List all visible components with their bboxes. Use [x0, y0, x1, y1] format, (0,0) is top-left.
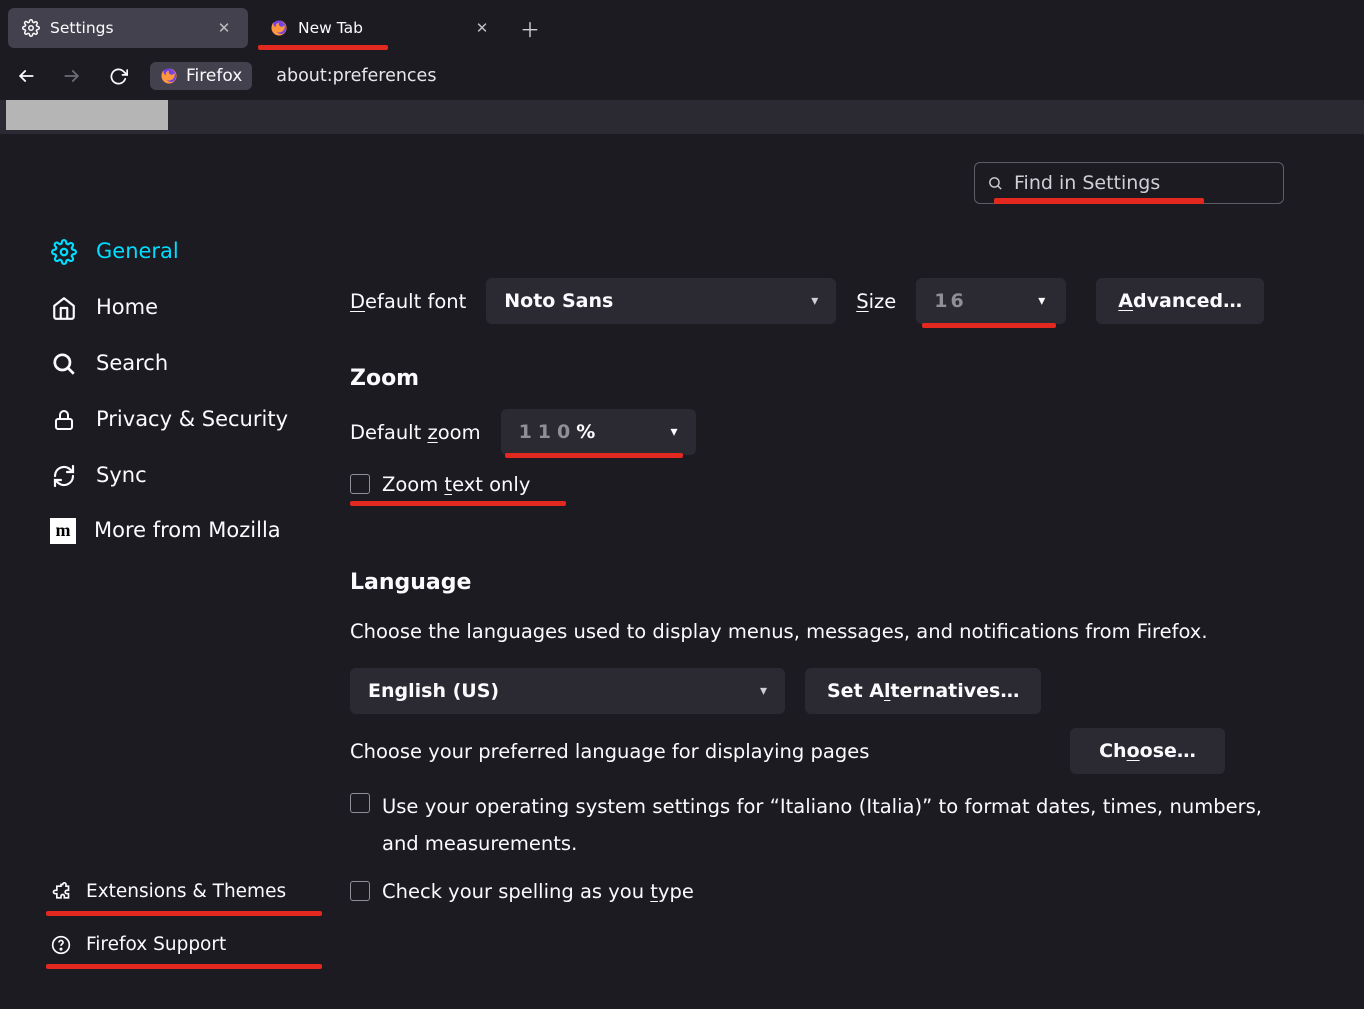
search-icon — [50, 350, 78, 378]
toolbar-placeholder — [6, 100, 168, 130]
default-zoom-select[interactable]: 110% ▾ — [501, 409, 696, 455]
sidebar-item-label: More from Mozilla — [94, 518, 306, 543]
check-spelling-checkbox[interactable] — [350, 881, 370, 901]
default-zoom-label: Default zoom — [350, 421, 481, 444]
font-size-value: 16 — [934, 290, 966, 312]
nav-toolbar: Firefox about:preferences — [0, 52, 1364, 100]
chevron-down-icon: ▾ — [811, 293, 818, 309]
forward-button[interactable] — [58, 62, 86, 90]
zoom-text-only-checkbox[interactable] — [350, 474, 370, 494]
sidebar-support[interactable]: Firefox Support — [46, 924, 310, 966]
default-font-label: Default font — [350, 290, 466, 313]
help-icon — [50, 934, 72, 956]
default-font-value: Noto Sans — [504, 290, 613, 312]
new-tab-button[interactable]: ＋ — [514, 12, 546, 44]
mozilla-icon: m — [50, 518, 76, 544]
sidebar-item-privacy[interactable]: Privacy & Security — [46, 392, 310, 448]
gear-icon — [22, 19, 40, 37]
gear-icon — [50, 238, 78, 266]
tab-label: New Tab — [298, 19, 363, 37]
sidebar-item-label: General — [96, 239, 306, 264]
bookmarks-toolbar — [0, 100, 1364, 134]
lock-icon — [50, 406, 78, 434]
sidebar-item-general[interactable]: General — [46, 224, 310, 280]
url-text[interactable]: about:preferences — [276, 66, 436, 86]
home-icon — [50, 294, 78, 322]
tab-label: Settings — [50, 19, 114, 37]
close-icon[interactable]: ✕ — [214, 18, 234, 38]
firefox-icon — [160, 67, 178, 85]
ui-language-select[interactable]: English (US) ▾ — [350, 668, 785, 714]
set-alternatives-button[interactable]: Set Alternatives… — [805, 668, 1041, 714]
back-button[interactable] — [12, 62, 40, 90]
identity-box[interactable]: Firefox — [150, 62, 252, 90]
sidebar-item-label: Sync — [96, 463, 306, 488]
puzzle-icon — [50, 881, 72, 903]
tab-newtab[interactable]: New Tab ✕ — [256, 8, 506, 48]
use-os-locale-label: Use your operating system settings for “… — [382, 788, 1262, 862]
settings-panel: Find in Settings Default font Noto Sans … — [330, 134, 1364, 1009]
sidebar-item-label: Extensions & Themes — [86, 881, 286, 903]
sidebar-item-mozilla[interactable]: m More from Mozilla — [46, 504, 310, 558]
preferred-language-text: Choose your preferred language for displ… — [350, 733, 1050, 770]
sidebar-item-search[interactable]: Search — [46, 336, 310, 392]
language-heading: Language — [350, 570, 1284, 595]
search-placeholder: Find in Settings — [1014, 172, 1160, 194]
sidebar-item-label: Firefox Support — [86, 934, 226, 956]
search-icon — [987, 175, 1004, 192]
sidebar-item-label: Search — [96, 351, 306, 376]
firefox-icon — [270, 19, 288, 37]
tab-strip: Settings ✕ New Tab ✕ ＋ — [0, 0, 1364, 52]
font-size-label: Size — [856, 290, 896, 313]
chevron-down-icon: ▾ — [671, 424, 678, 440]
zoom-heading: Zoom — [350, 366, 1284, 391]
sidebar-item-home[interactable]: Home — [46, 280, 310, 336]
close-icon[interactable]: ✕ — [472, 18, 492, 38]
tab-settings[interactable]: Settings ✕ — [8, 8, 248, 48]
chevron-down-icon: ▾ — [760, 683, 767, 699]
reload-button[interactable] — [104, 62, 132, 90]
settings-sidebar: General Home Search Privacy & Security S… — [0, 134, 330, 1009]
chevron-down-icon: ▾ — [1038, 293, 1048, 309]
sync-icon — [50, 462, 78, 490]
language-description: Choose the languages used to display men… — [350, 613, 1240, 650]
font-size-select[interactable]: 16 ▾ — [916, 278, 1066, 324]
identity-label: Firefox — [186, 66, 242, 86]
use-os-locale-checkbox[interactable] — [350, 793, 370, 813]
sidebar-item-label: Privacy & Security — [96, 407, 306, 432]
sidebar-item-label: Home — [96, 295, 306, 320]
sidebar-item-sync[interactable]: Sync — [46, 448, 310, 504]
default-font-select[interactable]: Noto Sans ▾ — [486, 278, 836, 324]
check-spelling-label: Check your spelling as you type — [382, 876, 694, 907]
zoom-text-only-label: Zoom text only — [382, 469, 530, 500]
ui-language-value: English (US) — [368, 680, 499, 702]
choose-language-button[interactable]: Choose… — [1070, 728, 1225, 774]
sidebar-extensions[interactable]: Extensions & Themes — [46, 871, 310, 913]
advanced-fonts-button[interactable]: Advanced… — [1096, 278, 1264, 324]
